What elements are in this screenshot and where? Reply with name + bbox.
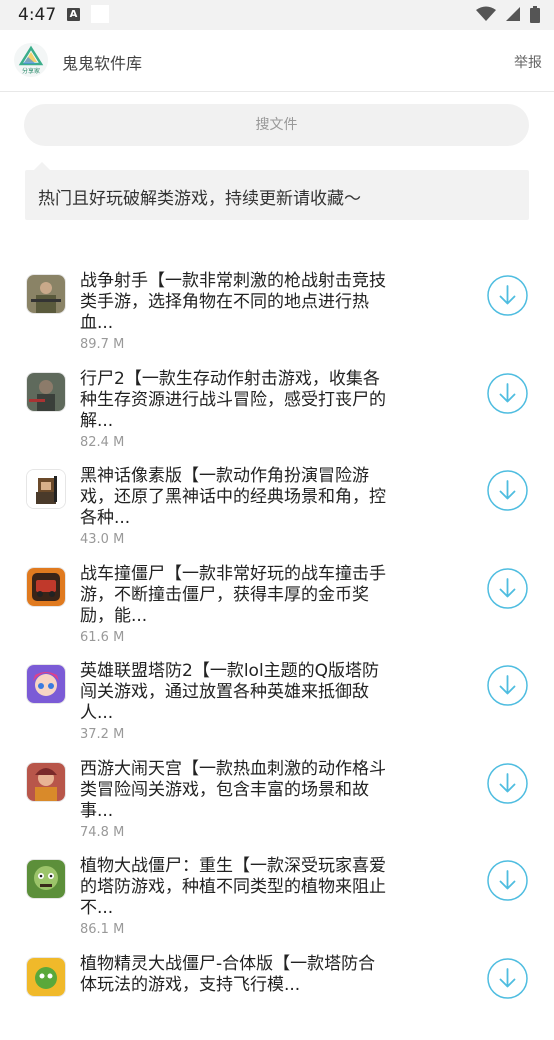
file-size: 37.2 M	[80, 727, 124, 742]
report-link[interactable]: 举报	[514, 52, 542, 72]
list-item[interactable]: 行尸2【一款生存动作射击游戏，收集各种生存资源进行战斗冒险，感受打丧尸的解...…	[0, 358, 554, 456]
plant-icon	[26, 957, 66, 997]
app-header: 分享家 鬼鬼软件库 举报	[0, 30, 554, 92]
notice-text: 热门且好玩破解类游戏，持续更新请收藏～	[38, 184, 361, 209]
battery-icon	[530, 6, 540, 23]
app-logo[interactable]: 分享家	[14, 43, 48, 77]
download-icon[interactable]	[487, 665, 528, 706]
file-title[interactable]: 黑神话像素版【一款动作角扮演冒险游戏，还原了黑神话中的经典场景和角，控各种...	[80, 466, 390, 529]
download-icon[interactable]	[487, 470, 528, 511]
list-item[interactable]: 战车撞僵尸【一款非常好玩的战车撞击手游，不断撞击僵尸，获得丰厚的金币奖励，能..…	[0, 553, 554, 651]
car-icon	[26, 567, 66, 607]
list-item[interactable]: 植物大战僵尸：重生【一款深受玩家喜爱的塔防游戏，种植不同类型的植物来阻止不...…	[0, 845, 554, 943]
list-item[interactable]: 战争射手【一款非常刺激的枪战射击竞技类手游，选择角物在不同的地点进行热血... …	[0, 260, 554, 358]
status-icons	[472, 6, 540, 25]
notice-box: 热门且好玩破解类游戏，持续更新请收藏～	[25, 170, 529, 220]
download-icon[interactable]	[487, 763, 528, 804]
notice-pointer	[34, 162, 50, 170]
file-size: 82.4 M	[80, 435, 124, 450]
status-bar: 4:47 A	[0, 0, 554, 30]
download-icon[interactable]	[487, 860, 528, 901]
file-title[interactable]: 植物精灵大战僵尸-合体版【一款塔防合体玩法的游戏，支持飞行模...	[80, 954, 390, 996]
file-title[interactable]: 英雄联盟塔防2【一款lol主题的Q版塔防闯关游戏，通过放置各种英雄来抵御敌人..…	[80, 661, 390, 724]
file-title[interactable]: 战争射手【一款非常刺激的枪战射击竞技类手游，选择角物在不同的地点进行热血...	[80, 271, 390, 334]
signal-icon	[505, 6, 521, 22]
list-item[interactable]: 英雄联盟塔防2【一款lol主题的Q版塔防闯关游戏，通过放置各种英雄来抵御敌人..…	[0, 650, 554, 748]
list-item[interactable]: 黑神话像素版【一款动作角扮演冒险游戏，还原了黑神话中的经典场景和角，控各种...…	[0, 455, 554, 553]
soldier-icon	[26, 274, 66, 314]
file-size: 74.8 M	[80, 825, 124, 840]
status-time: 4:47	[18, 5, 56, 25]
logo-caption: 分享家	[14, 66, 48, 75]
notification-a-icon: A	[67, 8, 80, 21]
download-icon[interactable]	[487, 568, 528, 609]
download-icon[interactable]	[487, 958, 528, 999]
hero-girl-icon	[26, 664, 66, 704]
zombie-survivor-icon	[26, 372, 66, 412]
file-title[interactable]: 植物大战僵尸：重生【一款深受玩家喜爱的塔防游戏，种植不同类型的植物来阻止不...	[80, 856, 390, 919]
site-title: 鬼鬼软件库	[62, 50, 142, 74]
file-size: 89.7 M	[80, 337, 124, 352]
list-item[interactable]: 西游大闹天宫【一款热血刺激的动作格斗类冒险闯关游戏，包含丰富的场景和故事... …	[0, 748, 554, 846]
warrior-icon	[26, 762, 66, 802]
download-icon[interactable]	[487, 275, 528, 316]
notification-blank-icon	[91, 5, 109, 23]
zombie-icon	[26, 859, 66, 899]
search-bar[interactable]: 搜文件	[24, 104, 529, 146]
download-icon[interactable]	[487, 373, 528, 414]
file-title[interactable]: 西游大闹天宫【一款热血刺激的动作格斗类冒险闯关游戏，包含丰富的场景和故事...	[80, 759, 390, 822]
file-title[interactable]: 行尸2【一款生存动作射击游戏，收集各种生存资源进行战斗冒险，感受打丧尸的解...	[80, 369, 390, 432]
list-item[interactable]: 植物精灵大战僵尸-合体版【一款塔防合体玩法的游戏，支持飞行模...	[0, 943, 554, 1040]
file-size: 86.1 M	[80, 922, 124, 937]
file-size: 61.6 M	[80, 630, 124, 645]
file-list: 战争射手【一款非常刺激的枪战射击竞技类手游，选择角物在不同的地点进行热血... …	[0, 260, 554, 1040]
pixel-monkey-icon	[26, 469, 66, 509]
file-title[interactable]: 战车撞僵尸【一款非常好玩的战车撞击手游，不断撞击僵尸，获得丰厚的金币奖励，能..…	[80, 564, 390, 627]
wifi-icon	[476, 6, 496, 22]
file-size: 43.0 M	[80, 532, 124, 547]
